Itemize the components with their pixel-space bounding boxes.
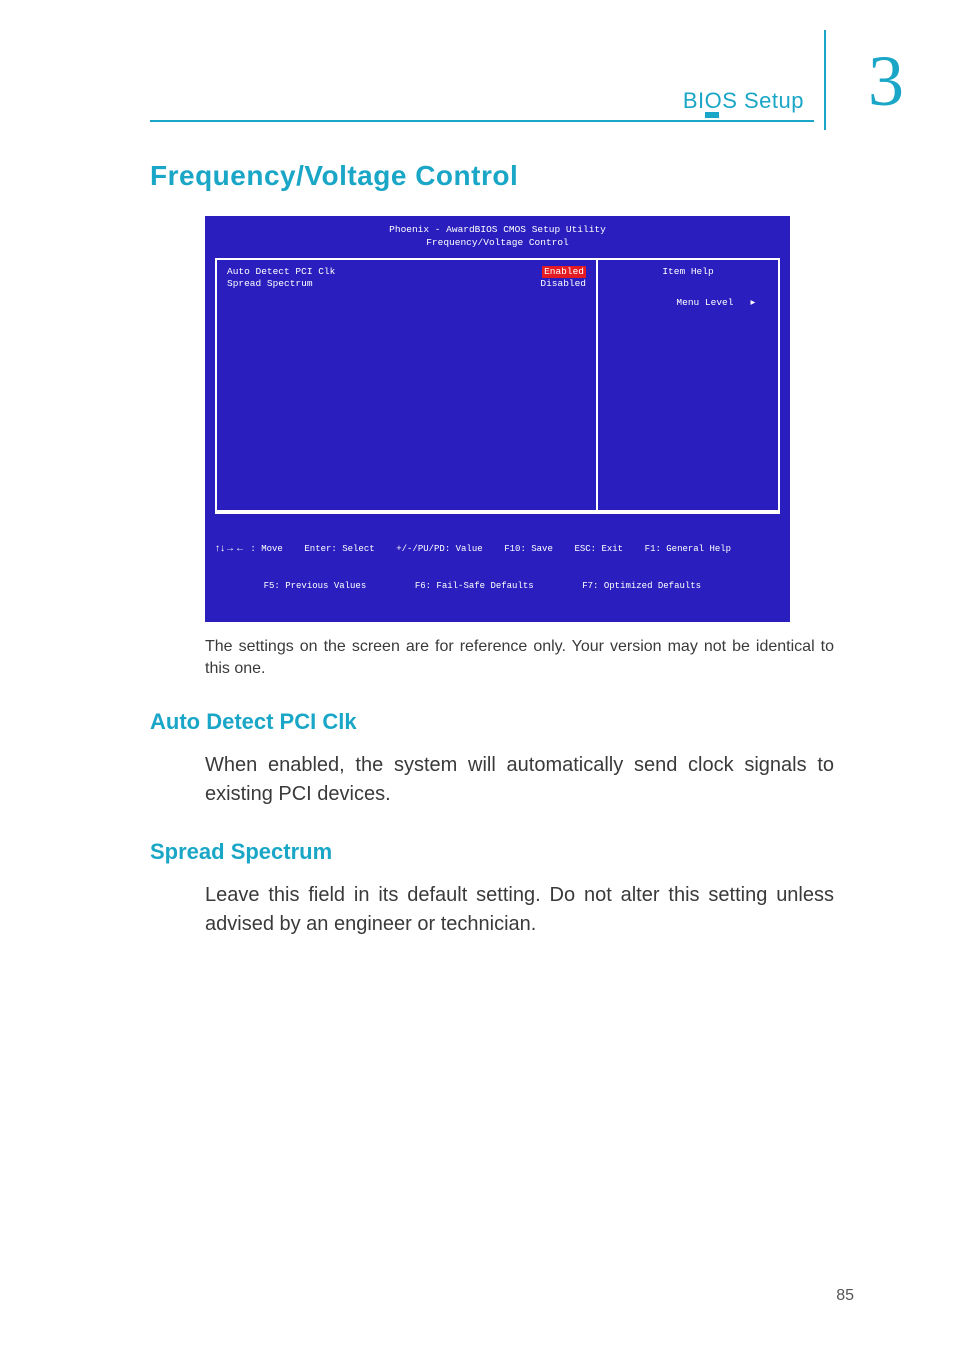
bios-screenshot: Phoenix - AwardBIOS CMOS Setup Utility F…	[205, 216, 844, 622]
bios-option-label: Auto Detect PCI Clk	[227, 266, 335, 279]
screenshot-caption: The settings on the screen are for refer…	[205, 636, 834, 679]
subsection-heading: Auto Detect PCI Clk	[150, 709, 844, 735]
bios-help-title: Item Help	[608, 266, 768, 279]
page-number: 85	[836, 1287, 854, 1305]
bios-title-line1: Phoenix - AwardBIOS CMOS Setup Utility	[215, 224, 780, 237]
bios-option-label: Spread Spectrum	[227, 278, 313, 291]
chapter-number: 3	[868, 40, 904, 123]
section-label: BIOS Setup	[683, 88, 804, 114]
subsection-body: Leave this field in its default setting.…	[205, 881, 834, 939]
bios-title-line2: Frequency/Voltage Control	[215, 237, 780, 250]
chevron-right-icon: ▸	[751, 297, 756, 308]
bios-help-pane: Item Help Menu Level ▸	[598, 260, 778, 510]
bios-title-bar: Phoenix - AwardBIOS CMOS Setup Utility F…	[215, 224, 780, 250]
page-title: Frequency/Voltage Control	[150, 160, 844, 192]
bios-footer: ↑↓→← : Move Enter: Select +/-/PU/PD: Val…	[215, 512, 780, 616]
arrow-keys-icon: ↑↓→←	[215, 543, 245, 554]
header-rule	[150, 120, 814, 122]
bios-option-value-selected[interactable]: Enabled	[542, 266, 586, 279]
page-header: 3 BIOS Setup	[150, 50, 844, 130]
bios-option-row[interactable]: Auto Detect PCI Clk Enabled	[227, 266, 586, 279]
bios-panel: Auto Detect PCI Clk Enabled Spread Spect…	[215, 258, 780, 512]
bios-option-value[interactable]: Disabled	[540, 278, 586, 291]
bios-menu-level-label: Menu Level	[676, 297, 750, 308]
bios-footer-line1-text: : Move Enter: Select +/-/PU/PD: Value F1…	[245, 544, 731, 554]
subsection-heading: Spread Spectrum	[150, 839, 844, 865]
header-vertical-rule	[824, 30, 826, 130]
bios-options-pane: Auto Detect PCI Clk Enabled Spread Spect…	[217, 260, 598, 510]
bios-window: Phoenix - AwardBIOS CMOS Setup Utility F…	[205, 216, 790, 622]
page-container: 3 BIOS Setup Frequency/Voltage Control P…	[0, 0, 954, 1351]
bios-menu-level: Menu Level ▸	[608, 284, 768, 322]
bios-footer-line2: F5: Previous Values F6: Fail-Safe Defaul…	[215, 580, 780, 592]
bios-option-row[interactable]: Spread Spectrum Disabled	[227, 278, 586, 291]
header-tick-icon	[705, 112, 719, 118]
subsection-body: When enabled, the system will automatica…	[205, 751, 834, 809]
bios-footer-line1: ↑↓→← : Move Enter: Select +/-/PU/PD: Val…	[215, 542, 780, 556]
